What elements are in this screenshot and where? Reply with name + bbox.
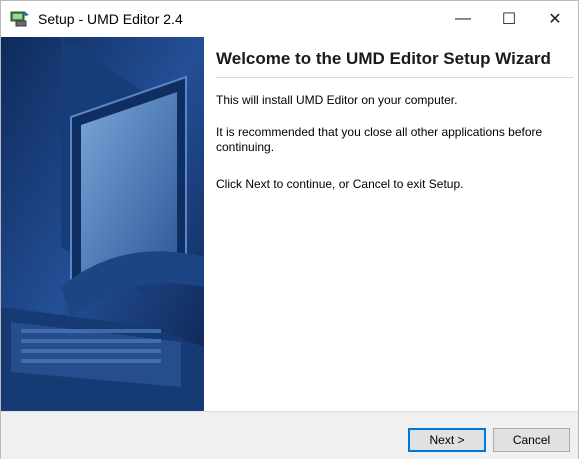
button-bar: Next > Cancel (1, 411, 578, 459)
wizard-heading: Welcome to the UMD Editor Setup Wizard (216, 49, 551, 68)
minimize-button[interactable]: — (440, 1, 486, 37)
welcome-content: Welcome to the UMD Editor Setup Wizard T… (204, 37, 578, 411)
side-panel-image (1, 37, 204, 411)
heading-divider (216, 77, 574, 78)
maximize-button[interactable]: ☐ (486, 1, 532, 37)
window-title: Setup - UMD Editor 2.4 (38, 11, 183, 27)
cancel-button[interactable]: Cancel (493, 428, 570, 452)
monitor-and-keyboard-illustration (1, 37, 204, 411)
recommendation-text: It is recommended that you close all oth… (216, 125, 543, 154)
instruction-text: Click Next to continue, or Cancel to exi… (216, 177, 464, 191)
setup-window: Setup - UMD Editor 2.4 — ☐ ✕ Welcome to … (0, 0, 579, 459)
title-bar[interactable]: Setup - UMD Editor 2.4 — ☐ ✕ (1, 1, 578, 37)
setup-installer-icon (10, 10, 30, 28)
intro-text: This will install UMD Editor on your com… (216, 93, 458, 107)
close-button[interactable]: ✕ (532, 1, 578, 37)
next-button[interactable]: Next > (408, 428, 486, 452)
